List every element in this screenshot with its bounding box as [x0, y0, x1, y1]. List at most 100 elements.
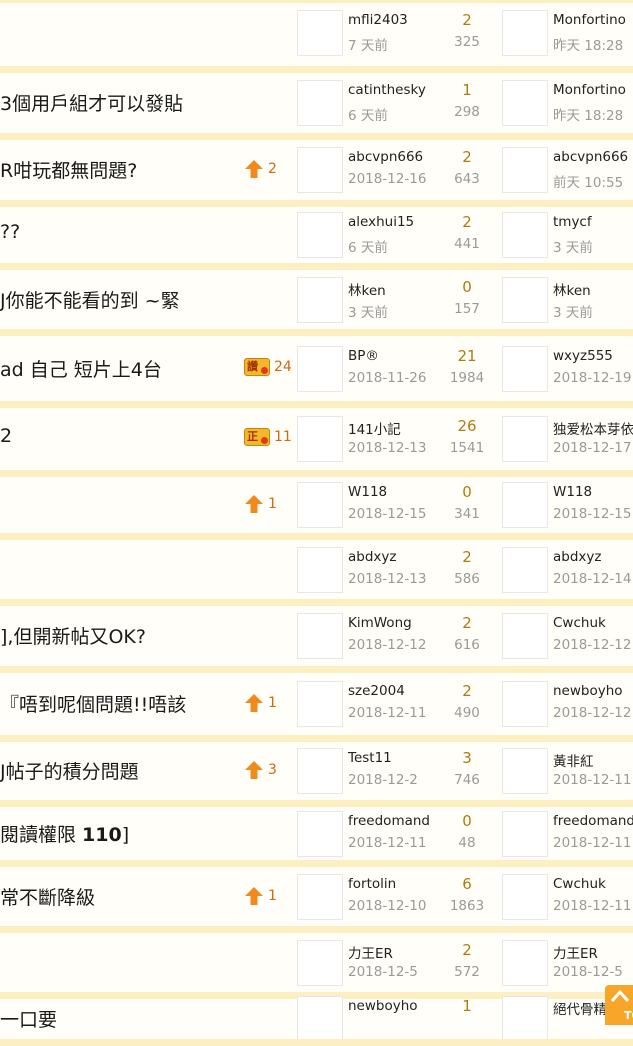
last-poster-name[interactable]: wxyz555 [553, 348, 613, 364]
author-name[interactable]: 林ken [348, 279, 386, 299]
thread-title-link[interactable]: 常不斷降級 [0, 883, 95, 910]
last-poster-name[interactable]: tmycf [553, 214, 592, 230]
last-poster-name[interactable]: Cwchuk [553, 876, 606, 892]
author-avatar[interactable] [297, 482, 343, 528]
author-name[interactable]: newboyho [348, 998, 418, 1014]
author-name[interactable]: W118 [348, 484, 387, 500]
thread-title-link[interactable]: ?? [0, 221, 20, 243]
table-row[interactable]: ad 自己 短片上4台 讚 24 BP® 2018-11-26 21 1984 wxyz555… [0, 336, 633, 401]
thread-list: mfli2403 7 天前 2 325 Monfortino 昨天 18:28 3個用戶組才… [0, 0, 633, 1046]
author-name[interactable]: abcvpn666 [348, 149, 423, 165]
table-row[interactable]: 一口要 newboyho 1 絕代骨精 [0, 996, 633, 1042]
thread-title-link[interactable]: 2 [0, 425, 12, 447]
author-name[interactable]: fortolin [348, 876, 396, 892]
table-row[interactable]: 1 W118 2018-12-15 0 341 W118 2018-12-15 [0, 477, 633, 533]
last-poster-avatar[interactable] [502, 482, 548, 528]
author-avatar[interactable] [297, 276, 343, 323]
reply-count: 2 [462, 547, 472, 566]
author-name[interactable]: catinthesky [348, 82, 426, 98]
author-name[interactable]: mfli2403 [348, 12, 408, 28]
author-avatar[interactable] [297, 613, 343, 659]
thread-title-link[interactable]: ad 自己 短片上4台 [0, 355, 162, 382]
table-row[interactable]: J你能不能看的到 ~緊 林ken 3 天前 0 157 林ken 3 天前 [0, 270, 633, 329]
last-poster-name[interactable]: 独爱松本芽依 [553, 418, 633, 438]
author-avatar[interactable] [297, 10, 343, 56]
thread-title-link[interactable]: J你能不能看的到 ~緊 [0, 286, 180, 313]
last-poster-name[interactable]: newboyho [553, 683, 623, 699]
table-row[interactable]: 2 正 11 141小記 2018-12-13 26 1541 独爱松本芽依 2018-12-1… [0, 408, 633, 470]
last-poster-name[interactable]: abcvpn666 [553, 149, 628, 165]
table-row[interactable]: mfli2403 7 天前 2 325 Monfortino 昨天 18:28 [0, 0, 633, 66]
reply-count: 0 [462, 277, 472, 296]
thread-title-link[interactable]: 3個用戶組才可以發貼 [0, 89, 183, 116]
table-row[interactable]: 常不斷降級 1 fortolin 2018-12-10 6 1863 Cwchuk 2018-… [0, 867, 633, 926]
last-poster-avatar[interactable] [502, 276, 548, 323]
table-row[interactable]: ?? alexhui15 6 天前 2 441 tmycf 3 天前 [0, 207, 633, 263]
author-name[interactable]: Test11 [348, 750, 392, 766]
last-poster-name[interactable]: Cwchuk [553, 615, 606, 631]
last-poster-name[interactable]: Monfortino [553, 82, 626, 98]
author-avatar[interactable] [297, 212, 343, 258]
last-poster-name[interactable]: 力王ER [553, 942, 598, 962]
author-avatar[interactable] [297, 345, 343, 392]
last-poster-avatar[interactable] [502, 10, 548, 56]
last-poster-name[interactable]: W118 [553, 484, 592, 500]
last-poster-name[interactable]: freedomand [553, 813, 633, 829]
author-name[interactable]: 141小記 [348, 418, 401, 438]
thread-title-link[interactable]: ],但開新帖又OK? [0, 622, 146, 649]
last-poster-name[interactable]: 黃非紅 [553, 750, 594, 770]
reply-count: 26 [457, 417, 477, 435]
last-poster-avatar[interactable] [502, 873, 548, 920]
author-avatar[interactable] [297, 147, 343, 193]
last-poster-avatar[interactable] [502, 613, 548, 659]
thread-title-link[interactable]: J帖子的積分問題 [0, 757, 139, 784]
last-poster-avatar[interactable] [502, 416, 548, 462]
author-name[interactable]: freedomand [348, 813, 430, 829]
last-poster-avatar[interactable] [502, 681, 548, 727]
last-poster-avatar[interactable] [502, 939, 548, 986]
thread-title-link[interactable]: 『唔到呢個問題!!唔該 [0, 690, 186, 717]
table-row[interactable]: abdxyz 2018-12-13 2 586 abdxyz 2018-12-14 [0, 540, 633, 599]
author-avatar[interactable] [297, 996, 343, 1042]
author-avatar[interactable] [297, 810, 343, 857]
upvote-badge: 1 [244, 494, 277, 514]
last-poster-name[interactable]: Monfortino [553, 12, 626, 28]
table-row[interactable]: 3個用戶組才可以發貼 catinthesky 6 天前 1 298 Monfortino 昨… [0, 73, 633, 133]
author-name[interactable]: KimWong [348, 615, 412, 631]
author-name[interactable]: 力王ER [348, 942, 393, 962]
author-avatar[interactable] [297, 748, 343, 794]
table-row[interactable]: J帖子的積分問題 3 Test11 2018-12-2 3 746 黃非紅 2018-12-1… [0, 742, 633, 800]
table-row[interactable]: ],但開新帖又OK? KimWong 2018-12-12 2 616 Cwchuk 201… [0, 606, 633, 666]
last-poster-avatar[interactable] [502, 212, 548, 258]
last-poster-avatar[interactable] [502, 810, 548, 857]
last-poster-avatar[interactable] [502, 147, 548, 193]
author-avatar[interactable] [297, 939, 343, 986]
author-name[interactable]: sze2004 [348, 683, 405, 699]
thread-title-text: 2 [0, 425, 13, 447]
table-row[interactable]: R咁玩都無問題? 2 abcvpn666 2018-12-16 2 643 abcvpn66… [0, 140, 633, 200]
last-poster-name[interactable]: abdxyz [553, 549, 601, 565]
thread-title-link[interactable]: 一口要 [0, 1005, 57, 1032]
author-name[interactable]: BP® [348, 348, 379, 364]
thread-title-link[interactable]: 閱讀權限 110] [0, 820, 129, 847]
author-avatar[interactable] [297, 873, 343, 920]
author-name[interactable]: alexhui15 [348, 214, 414, 230]
last-poster-name[interactable]: 林ken [553, 279, 591, 299]
author-avatar[interactable] [297, 416, 343, 462]
table-row[interactable]: 力王ER 2018-12-5 2 572 力王ER 2018-12-5 [0, 933, 633, 992]
last-poster-name[interactable]: 絕代骨精 [553, 998, 607, 1018]
author-name[interactable]: abdxyz [348, 549, 396, 565]
author-avatar[interactable] [297, 681, 343, 727]
author-avatar[interactable] [297, 546, 343, 593]
last-poster-avatar[interactable] [502, 748, 548, 794]
table-row[interactable]: 『唔到呢個問題!!唔該 1 sze2004 2018-12-11 2 490 newboyh… [0, 673, 633, 735]
thread-title-link[interactable]: R咁玩都無問題? [0, 156, 137, 183]
last-poster-avatar[interactable] [502, 546, 548, 593]
back-to-top-button[interactable]: TOP [605, 985, 633, 1025]
last-poster-avatar[interactable] [502, 345, 548, 392]
last-poster-avatar[interactable] [502, 996, 548, 1042]
table-row[interactable]: 閱讀權限 110] freedomand 2018-12-11 0 48 freedoma… [0, 807, 633, 860]
last-poster-avatar[interactable] [502, 80, 548, 126]
author-avatar[interactable] [297, 80, 343, 126]
thread-title-text: 一口要 [0, 1009, 58, 1031]
